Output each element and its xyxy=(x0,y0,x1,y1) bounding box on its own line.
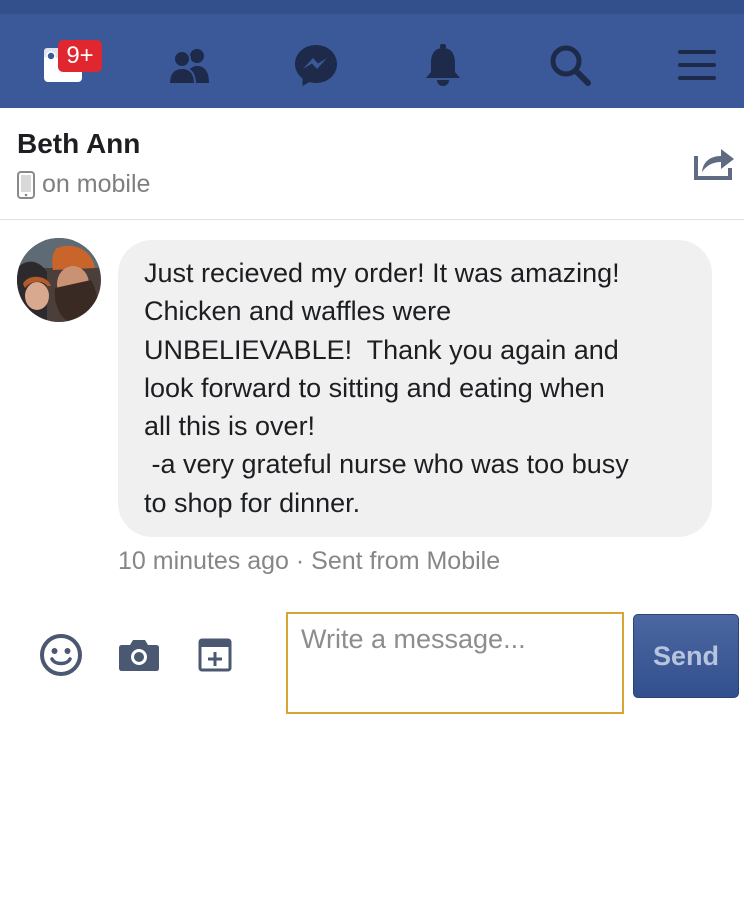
emoji-icon[interactable] xyxy=(38,632,84,678)
mobile-phone-icon xyxy=(16,170,36,199)
send-button[interactable]: Send xyxy=(633,614,739,698)
search-icon[interactable] xyxy=(545,40,595,90)
menu-icon[interactable] xyxy=(672,40,722,90)
camera-icon[interactable] xyxy=(116,632,162,678)
notification-badge: 9+ xyxy=(58,40,102,72)
avatar[interactable] xyxy=(17,238,101,322)
bell-icon[interactable] xyxy=(418,40,468,90)
message-bubble: Just recieved my order! It was amazing! … xyxy=(118,240,712,537)
conversation-header: Beth Ann on mobile xyxy=(0,108,744,220)
friends-icon[interactable] xyxy=(165,40,215,90)
status-text: on mobile xyxy=(42,170,151,198)
top-navigation-bar: 9+ xyxy=(0,0,744,108)
message-input[interactable] xyxy=(286,612,624,714)
contact-status: on mobile xyxy=(16,170,150,199)
sticker-add-icon[interactable] xyxy=(192,632,238,678)
contact-name[interactable]: Beth Ann xyxy=(17,128,140,160)
share-icon[interactable] xyxy=(692,142,736,182)
message-timestamp: 10 minutes ago · Sent from Mobile xyxy=(118,547,501,575)
messenger-icon[interactable] xyxy=(291,40,341,90)
